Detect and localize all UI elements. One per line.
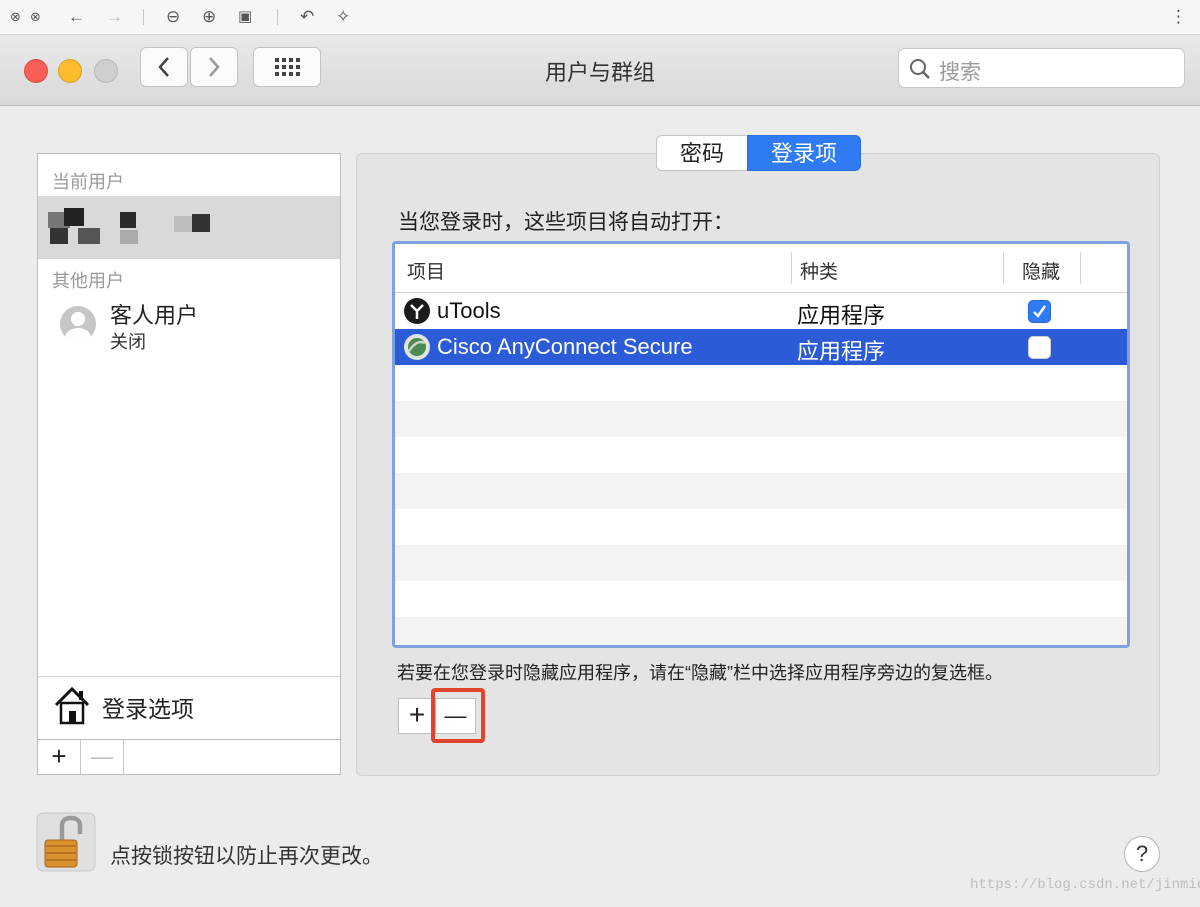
column-divider xyxy=(1080,252,1081,284)
item-kind: 应用程序 xyxy=(797,303,886,328)
hide-hint-text: 若要在您登录时隐藏应用程序，请在“隐藏”栏中选择应用程序旁边的复选框。 xyxy=(397,663,1003,683)
tab-bar: 密码 登录项 xyxy=(656,135,861,171)
show-all-button[interactable] xyxy=(253,47,321,87)
item-name: Cisco AnyConnect Secure xyxy=(437,334,693,359)
login-options-label: 登录选项 xyxy=(102,696,194,722)
watermark: https://blog.csdn.net/jinmie0193 xyxy=(970,877,1200,893)
empty-row xyxy=(395,401,1127,437)
redacted-user-info xyxy=(38,206,218,250)
chevron-left-icon xyxy=(158,57,169,77)
search-field[interactable]: 搜索 xyxy=(898,48,1185,88)
hide-checkbox[interactable] xyxy=(1028,300,1051,323)
column-header-item[interactable]: 项目 xyxy=(407,257,445,284)
forward-button[interactable] xyxy=(190,47,238,87)
close-viewer-icon[interactable]: ⊗ xyxy=(10,6,21,28)
back-button[interactable] xyxy=(140,47,188,87)
search-placeholder: 搜索 xyxy=(939,61,981,84)
guest-user-row[interactable]: 客人用户 关闭 xyxy=(38,294,340,352)
minimize-window-button[interactable] xyxy=(58,59,82,83)
column-header-kind[interactable]: 种类 xyxy=(800,257,838,284)
house-icon xyxy=(54,686,90,725)
remove-user-button[interactable]: — xyxy=(81,740,124,774)
highlight-box xyxy=(431,688,485,743)
zoom-window-button[interactable] xyxy=(94,59,118,83)
hide-checkbox[interactable] xyxy=(1028,336,1051,359)
cisco-anyconnect-icon xyxy=(404,334,430,360)
empty-row xyxy=(395,509,1127,545)
column-divider xyxy=(791,252,792,284)
guest-avatar-icon xyxy=(60,306,96,342)
table-row-selected[interactable]: Cisco AnyConnect Secure 应用程序 xyxy=(395,329,1127,365)
login-items-table: 项目 种类 隐藏 uTools 应用程序 Cisco AnyConnect Se… xyxy=(392,241,1130,648)
checkmark-icon xyxy=(1033,305,1046,318)
item-name: uTools xyxy=(437,298,501,323)
table-row[interactable]: uTools 应用程序 xyxy=(395,293,1127,329)
login-options-row[interactable]: 登录选项 xyxy=(38,677,340,737)
grid-icon xyxy=(275,58,300,76)
guest-user-status: 关闭 xyxy=(110,332,146,352)
column-header-hide[interactable]: 隐藏 xyxy=(1022,257,1060,284)
fit-window-icon[interactable]: ▣ xyxy=(238,6,252,28)
help-button[interactable]: ? xyxy=(1124,836,1160,872)
empty-row xyxy=(395,617,1127,645)
chevron-right-icon xyxy=(209,57,220,77)
zoom-in-icon[interactable]: ⊕ xyxy=(202,6,216,28)
users-list-panel: 当前用户 其他用户 客人用户 关闭 登录选项 xyxy=(37,153,341,775)
viewer-toolbar: ⊗ ⊗ ← → ⊖ ⊕ ▣ ↶ ✧ ⋮ xyxy=(0,0,1200,35)
guest-user-name: 客人用户 xyxy=(110,303,199,328)
unlocked-padlock-icon[interactable] xyxy=(36,812,96,872)
other-users-header: 其他用户 xyxy=(52,271,124,291)
lock-hint-text: 点按锁按钮以防止再次更改。 xyxy=(110,845,383,868)
zoom-out-icon[interactable]: ⊖ xyxy=(166,6,180,28)
empty-row xyxy=(395,437,1127,473)
minimize-viewer-icon[interactable]: ⊗ xyxy=(30,6,41,28)
forward-arrow-icon[interactable]: → xyxy=(106,6,123,28)
item-kind: 应用程序 xyxy=(797,339,886,364)
toolbar-divider xyxy=(277,9,278,25)
toolbar-divider xyxy=(143,9,144,25)
empty-row xyxy=(395,545,1127,581)
window-title: 用户与群组 xyxy=(544,60,655,85)
empty-row xyxy=(395,473,1127,509)
section-divider xyxy=(38,258,340,259)
current-user-row[interactable] xyxy=(38,196,340,258)
search-icon xyxy=(910,59,930,79)
users-list-footer: + — xyxy=(37,739,341,775)
window-titlebar: 用户与群组 搜索 xyxy=(0,35,1200,106)
empty-row xyxy=(395,365,1127,401)
magic-wand-icon[interactable]: ✧ xyxy=(336,6,350,28)
current-users-header: 当前用户 xyxy=(52,172,124,192)
empty-row xyxy=(395,581,1127,617)
login-items-heading: 当您登录时，这些项目将自动打开： xyxy=(398,211,734,234)
table-header: 项目 种类 隐藏 xyxy=(395,244,1127,293)
close-window-button[interactable] xyxy=(24,59,48,83)
tab-password[interactable]: 密码 xyxy=(656,135,747,171)
add-user-button[interactable]: + xyxy=(38,740,81,774)
back-arrow-icon[interactable]: ← xyxy=(68,6,85,28)
utools-app-icon xyxy=(404,298,430,324)
tab-login-items[interactable]: 登录项 xyxy=(747,135,861,171)
rotate-icon[interactable]: ↶ xyxy=(300,6,314,28)
more-options-icon[interactable]: ⋮ xyxy=(1170,6,1187,28)
column-divider xyxy=(1003,252,1004,284)
